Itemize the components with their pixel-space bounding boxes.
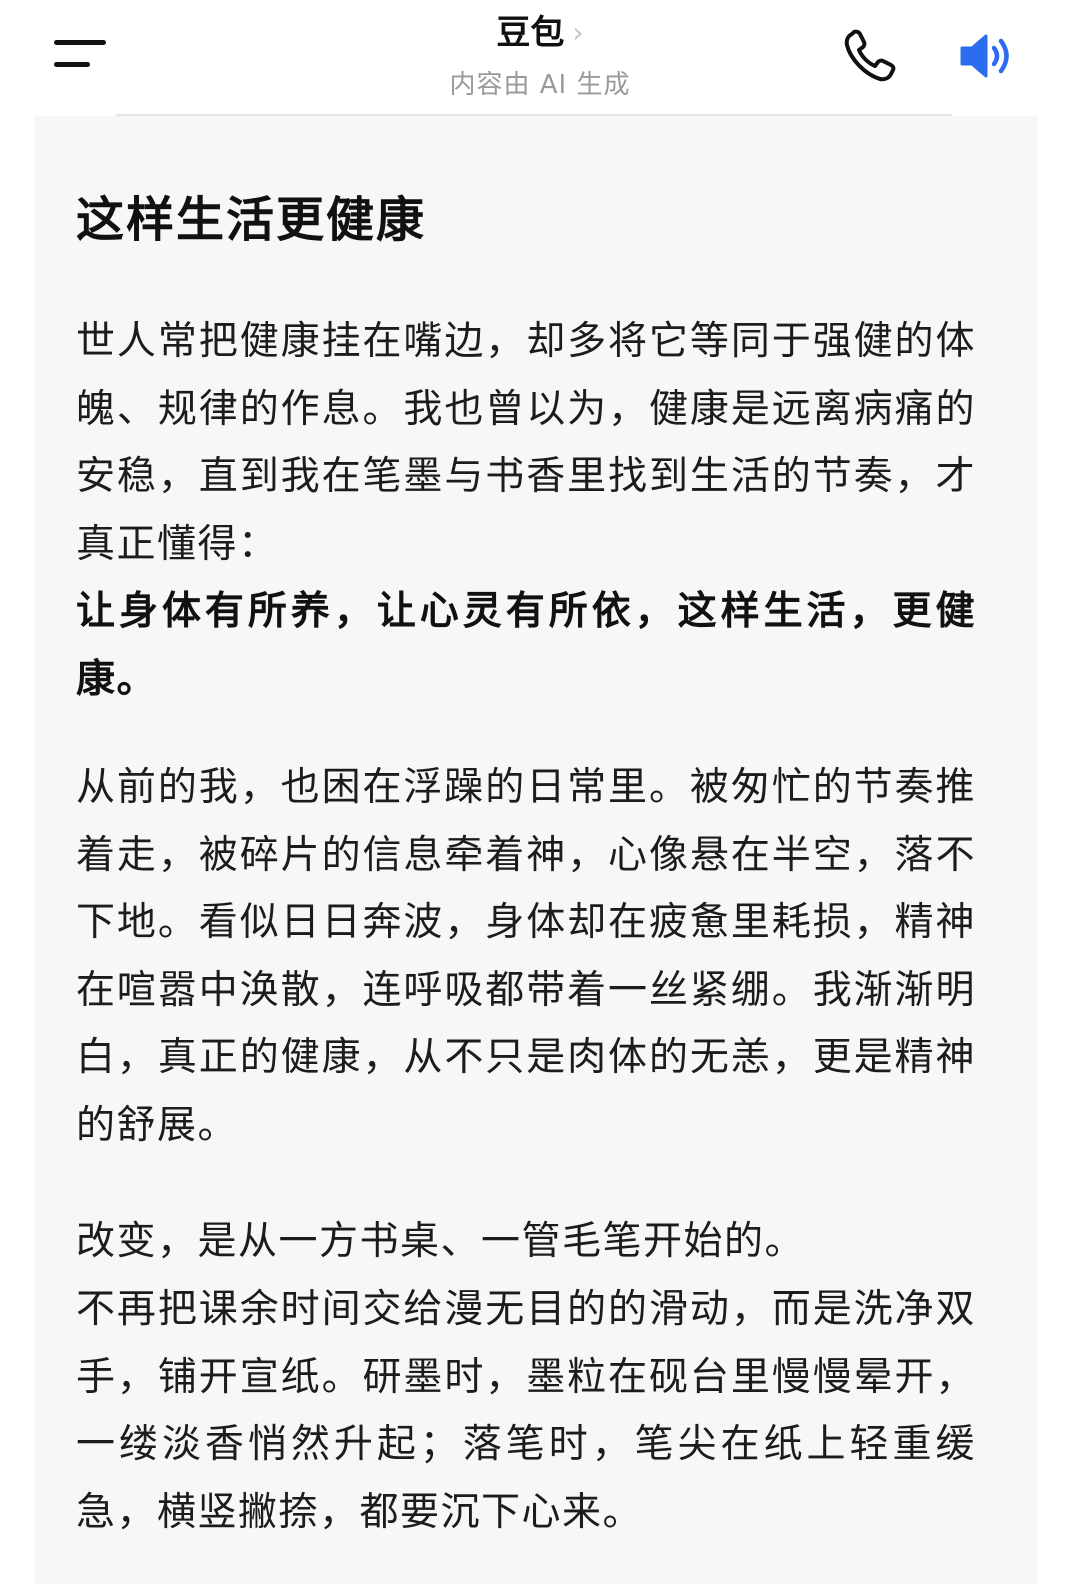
chat-page: 豆包 › 内容由 AI 生成 这样生活更健康 世人常把健康挂在嘴边，却多将它等同于… — [0, 0, 1080, 1584]
phone-icon — [844, 29, 896, 82]
paragraph-3-lead: 改变，是从一方书桌、一管毛笔开始的。 — [76, 1219, 806, 1264]
paragraph-1: 世人常把健康挂在嘴边，却多将它等同于强健的体魄、规律的作息。我也曾以为，健康是远… — [76, 319, 976, 567]
paragraph-3: 不再把课余时间交给漫无目的的滑动，而是洗净双手，铺开宣纸。研墨时，墨粒在砚台里慢… — [76, 1287, 976, 1535]
top-bar: 豆包 › 内容由 AI 生成 — [0, 0, 1080, 112]
chat-title-button[interactable]: 豆包 › — [340, 10, 740, 56]
article-title: 这样生活更健康 — [76, 192, 427, 248]
paragraph-2: 从前的我，也困在浮躁的日常里。被匆忙的节奏推着走，被碎片的信息牵着神，心像悬在半… — [76, 765, 976, 1148]
phone-call-button[interactable] — [838, 26, 904, 86]
speaker-icon — [960, 34, 1009, 78]
menu-button[interactable] — [50, 38, 110, 74]
paragraph-1-highlight: 让身体有所养，让心灵有所依，这样生活，更健康。 — [76, 589, 976, 702]
speaker-button[interactable] — [956, 28, 1022, 84]
ai-generated-notice: 内容由 AI 生成 — [449, 70, 631, 100]
chevron-right-icon: › — [572, 16, 584, 49]
app-title: 豆包 — [496, 13, 565, 53]
